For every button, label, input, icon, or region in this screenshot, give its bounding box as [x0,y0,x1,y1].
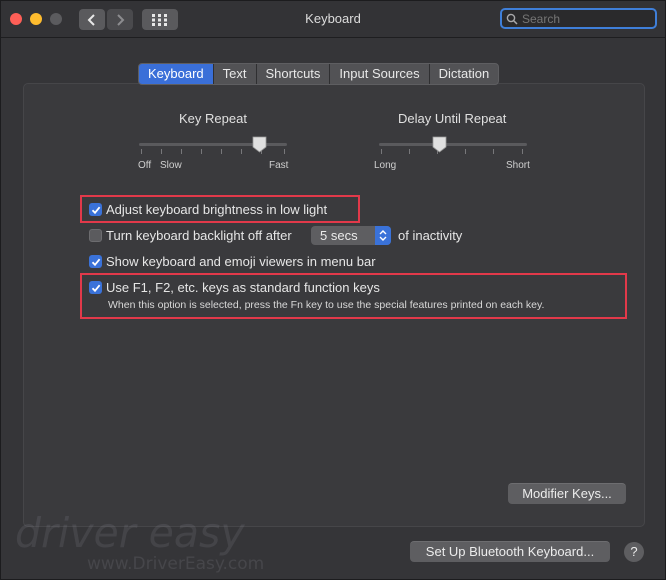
search-input[interactable] [522,11,642,26]
modifier-keys-button[interactable]: Modifier Keys... [508,483,626,504]
slider-tick [284,149,285,154]
adjust-brightness-checkbox[interactable] [89,203,102,216]
backlight-timeout-select[interactable]: 5 secs [311,226,391,245]
slider-tick [161,149,162,154]
backlight-timeout-value: 5 secs [320,228,358,243]
search-field[interactable] [500,8,657,29]
slider-tick [181,149,182,154]
tab-keyboard[interactable]: Keyboard [139,64,214,84]
delay-until-repeat-label: Delay Until Repeat [398,111,507,126]
bluetooth-keyboard-button[interactable]: Set Up Bluetooth Keyboard... [410,541,610,562]
function-keys-label: Use F1, F2, etc. keys as standard functi… [106,280,380,295]
checkmark-icon [91,258,100,266]
backlight-off-label: Turn keyboard backlight off after [106,228,292,243]
tab-bar: Keyboard Text Shortcuts Input Sources Di… [138,63,500,85]
adjust-brightness-label: Adjust keyboard brightness in low light [106,202,328,217]
checkmark-icon [91,206,100,214]
delay-track [379,143,527,146]
delay-short-label: Short [506,160,530,171]
slider-tick [381,149,382,154]
slider-tick [493,149,494,154]
search-icon [506,13,518,25]
up-down-arrows-icon [375,226,391,245]
key-repeat-label: Key Repeat [179,111,247,126]
show-viewers-checkbox[interactable] [89,255,102,268]
delay-long-label: Long [374,160,397,171]
title-bar: Keyboard [1,1,665,38]
key-repeat-off-label: Off [138,160,152,171]
show-viewers-label: Show keyboard and emoji viewers in menu … [106,254,376,269]
tab-text[interactable]: Text [214,64,257,84]
function-keys-checkbox[interactable] [89,281,102,294]
tab-dictation[interactable]: Dictation [430,64,499,84]
slider-tick [201,149,202,154]
slider-tick [409,149,410,154]
keyboard-preferences-window: Keyboard Keyboard Text Shortcuts Input S… [0,0,666,580]
key-repeat-fast-label: Fast [269,160,289,171]
slider-tick [465,149,466,154]
slider-tick [241,149,242,154]
key-repeat-knob[interactable] [252,136,267,153]
inactivity-suffix: of inactivity [398,228,463,243]
slider-tick [141,149,142,154]
tab-shortcuts[interactable]: Shortcuts [257,64,331,84]
tab-input-sources[interactable]: Input Sources [330,64,430,84]
watermark-url: www.DriverEasy.com [87,554,265,574]
watermark-brand: driver easy [15,509,245,557]
key-repeat-slow-label: Slow [160,160,182,171]
function-keys-note: When this option is selected, press the … [108,299,545,311]
checkmark-icon [91,284,100,292]
help-button[interactable]: ? [624,542,644,562]
slider-tick [221,149,222,154]
slider-tick [522,149,523,154]
delay-knob[interactable] [432,136,447,153]
backlight-off-checkbox[interactable] [89,229,102,242]
